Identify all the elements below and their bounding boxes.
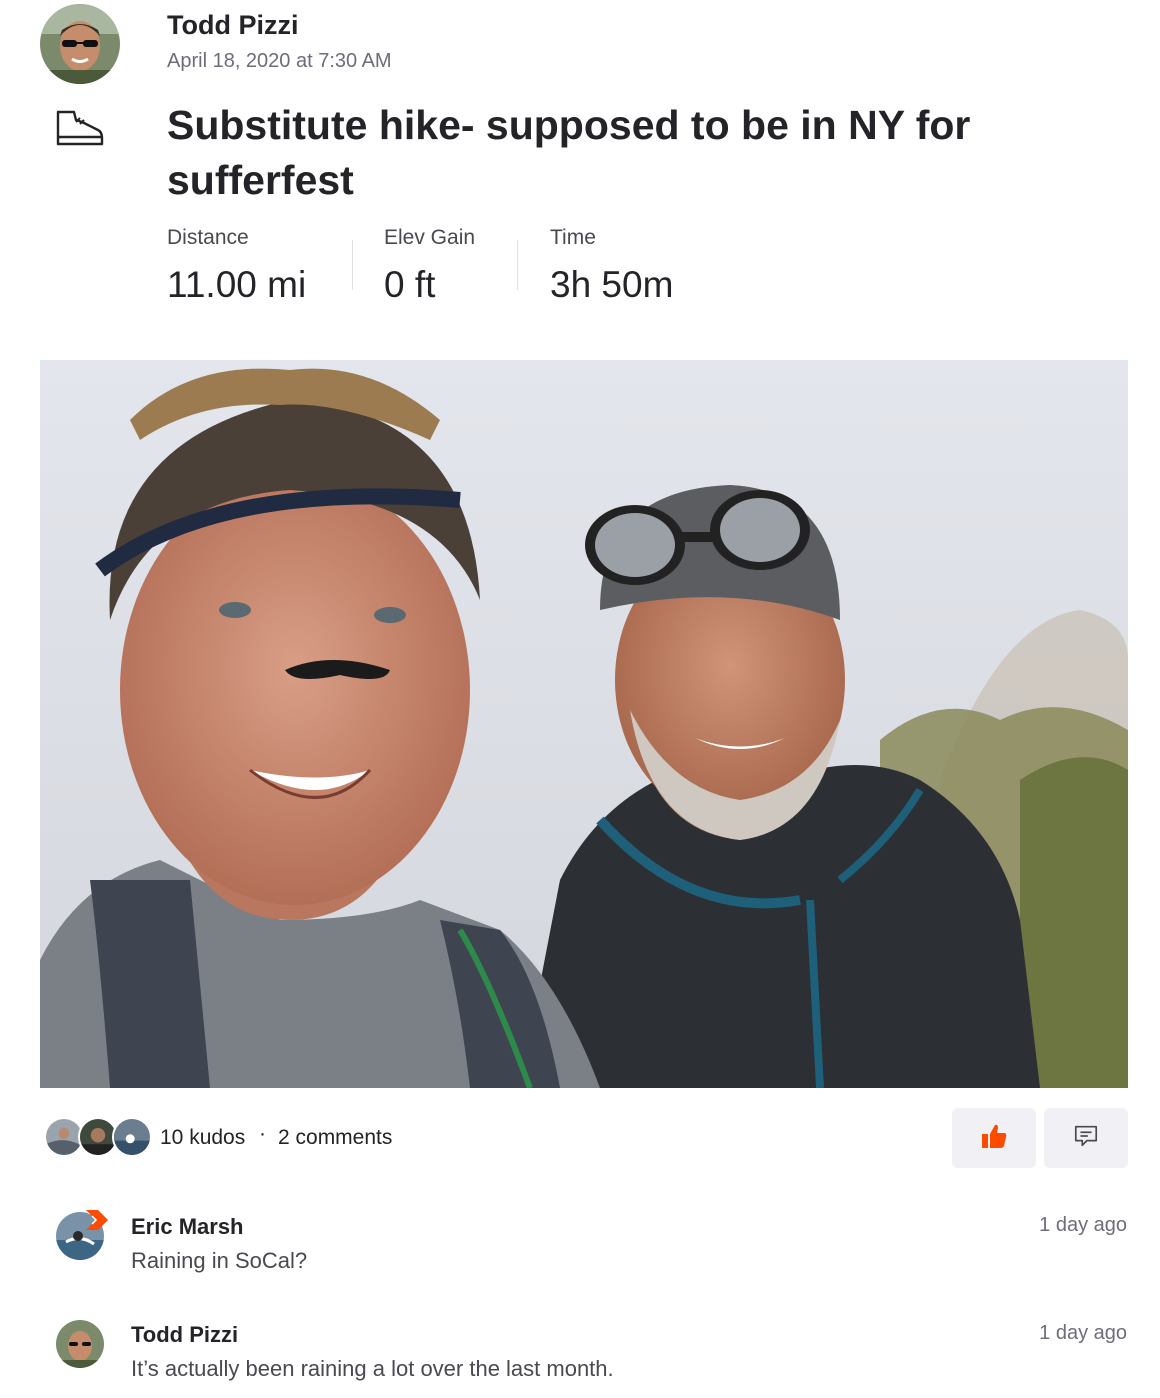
comment-icon <box>1073 1123 1099 1154</box>
stat-value: 11.00 mi <box>167 264 307 305</box>
athlete-name[interactable]: Todd Pizzi <box>167 10 298 41</box>
kudos-count[interactable]: 10 kudos <box>160 1126 245 1150</box>
stat-time: Time 3h 50m <box>550 226 673 306</box>
stat-value: 0 ft <box>384 264 436 305</box>
activity-title[interactable]: Substitute hike- supposed to be in NY fo… <box>167 98 987 208</box>
subscriber-badge-icon <box>84 1206 112 1234</box>
hiking-boot-icon <box>52 108 104 150</box>
stat-distance: Distance 11.00 mi <box>167 226 306 306</box>
activity-date: April 18, 2020 at 7:30 AM <box>167 50 392 72</box>
give-kudos-button[interactable] <box>952 1108 1036 1168</box>
commenter-name[interactable]: Eric Marsh <box>131 1214 244 1240</box>
stat-elevation: Elev Gain 0 ft <box>384 226 475 306</box>
commenter-name[interactable]: Todd Pizzi <box>131 1322 238 1348</box>
meta-separator: · <box>259 1122 266 1145</box>
stat-value: 3h 50m <box>550 264 674 305</box>
comment-time: 1 day ago <box>1039 1214 1127 1236</box>
stat-label: Distance <box>167 226 249 249</box>
stat-label: Time <box>550 226 596 249</box>
kudo-avatar <box>112 1117 152 1157</box>
add-comment-button[interactable] <box>1044 1108 1128 1168</box>
stat-label: Elev Gain <box>384 226 476 249</box>
commenter-avatar[interactable] <box>56 1320 104 1368</box>
stat-divider <box>517 240 518 290</box>
comment-time: 1 day ago <box>1039 1322 1127 1344</box>
athlete-avatar[interactable] <box>40 4 120 84</box>
activity-photo[interactable] <box>40 360 1128 1088</box>
kudos-avatars[interactable] <box>44 1117 154 1159</box>
comment-text: It’s actually been raining a lot over th… <box>131 1356 614 1381</box>
comments-count[interactable]: 2 comments <box>278 1126 392 1150</box>
thumbs-up-icon <box>980 1122 1008 1155</box>
comment-text: Raining in SoCal? <box>131 1248 308 1273</box>
stat-divider <box>352 240 353 290</box>
